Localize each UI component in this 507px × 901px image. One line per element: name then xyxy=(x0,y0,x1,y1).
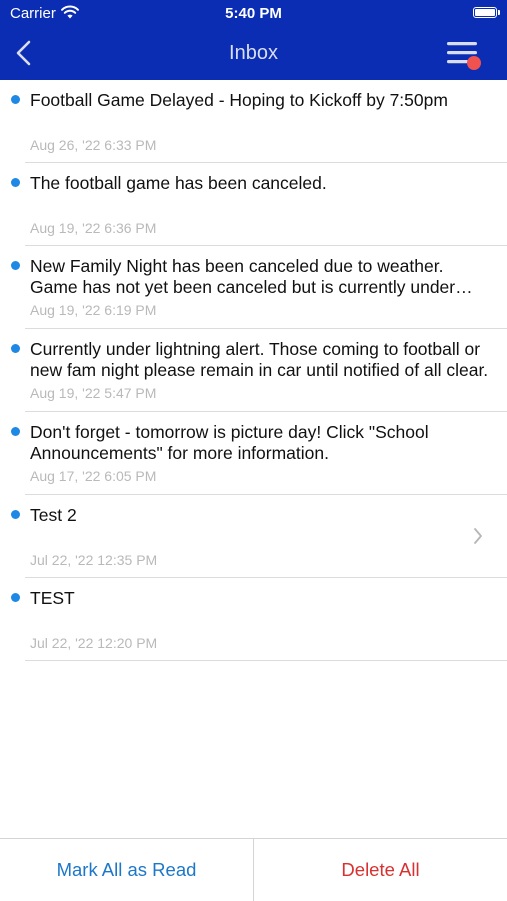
nav-bar: Inbox xyxy=(0,28,507,80)
menu-with-badge-icon xyxy=(447,42,481,70)
message-text: Don't forget - tomorrow is picture day! … xyxy=(30,422,429,463)
status-time: 5:40 PM xyxy=(225,5,282,22)
message-date: Aug 19, '22 6:36 PM xyxy=(30,220,157,236)
footer-toolbar: Mark All as Read Delete All xyxy=(0,838,507,901)
message-date: Jul 22, '22 12:35 PM xyxy=(30,552,158,568)
message-date: Jul 22, '22 12:20 PM xyxy=(30,635,158,651)
message-text: New Family Night has been canceled due t… xyxy=(30,256,456,297)
message-text: The football game has been canceled. xyxy=(30,173,327,193)
unread-dot-icon xyxy=(11,95,20,104)
unread-dot-icon xyxy=(11,344,20,353)
unread-dot-icon xyxy=(11,593,20,602)
message-date: Aug 17, '22 6:05 PM xyxy=(30,468,157,484)
battery-icon xyxy=(473,7,497,18)
chevron-right-icon xyxy=(473,527,483,550)
top-bar: Carrier 5:40 PM Inbox xyxy=(0,0,507,80)
list-item[interactable]: Test 2 Jul 22, '22 12:35 PM xyxy=(0,495,507,578)
message-text: TEST xyxy=(30,588,75,608)
row-divider xyxy=(25,660,507,661)
unread-dot-icon xyxy=(11,178,20,187)
unread-dot-icon xyxy=(11,261,20,270)
list-item[interactable]: New Family Night has been canceled due t… xyxy=(0,246,507,329)
delete-all-button[interactable]: Delete All xyxy=(254,839,507,901)
unread-dot-icon xyxy=(11,427,20,436)
status-bar: Carrier 5:40 PM xyxy=(0,0,507,28)
menu-button[interactable] xyxy=(443,38,483,74)
message-date: Aug 19, '22 6:19 PM xyxy=(30,302,157,318)
list-item[interactable]: Football Game Delayed - Hoping to Kickof… xyxy=(0,80,507,163)
page-title: Inbox xyxy=(229,42,278,64)
list-item[interactable]: TEST Jul 22, '22 12:20 PM xyxy=(0,578,507,661)
inbox-list: Football Game Delayed - Hoping to Kickof… xyxy=(0,80,507,661)
message-date: Aug 26, '22 6:33 PM xyxy=(30,137,157,153)
list-item[interactable]: The football game has been canceled. Aug… xyxy=(0,163,507,246)
unread-dot-icon xyxy=(11,510,20,519)
message-text: Test 2 xyxy=(30,505,77,525)
battery-cap xyxy=(498,10,500,15)
message-text: Football Game Delayed - Hoping to Kickof… xyxy=(30,90,448,110)
list-item[interactable]: Don't forget - tomorrow is picture day! … xyxy=(0,412,507,495)
list-item[interactable]: Currently under lightning alert. Those c… xyxy=(0,329,507,412)
message-date: Aug 19, '22 5:47 PM xyxy=(30,385,157,401)
message-text: Currently under lightning alert. Those c… xyxy=(30,339,489,380)
mark-all-read-button[interactable]: Mark All as Read xyxy=(0,839,253,901)
